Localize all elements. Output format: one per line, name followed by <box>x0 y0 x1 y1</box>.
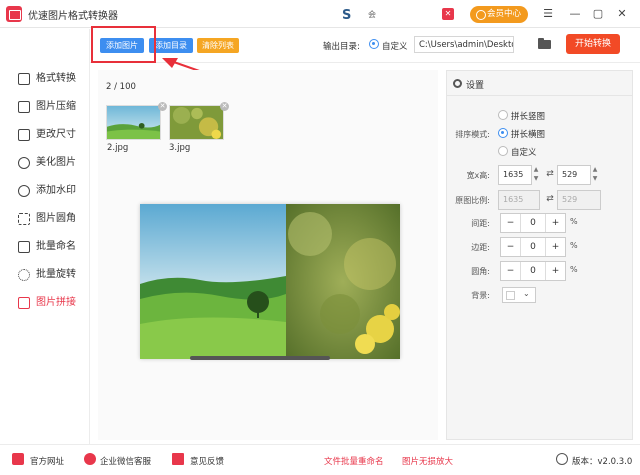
thumbnail-2[interactable] <box>106 105 161 140</box>
width-spin-icon[interactable]: ▲ ▼ <box>531 165 541 185</box>
wechat-link[interactable]: 企业微信客服 <box>100 455 151 467</box>
footer <box>0 444 640 475</box>
minus-icon[interactable]: − <box>501 238 521 256</box>
chevron-down-icon: ⌄ <box>523 289 530 298</box>
mode-horizontal-label: 拼长横图 <box>511 130 546 140</box>
feedback-icon <box>172 453 184 465</box>
spacing-label: 间距: <box>471 219 490 228</box>
batch-rename-link[interactable]: 文件批量重命名 <box>324 455 384 467</box>
refresh-icon <box>18 73 30 85</box>
rotate-icon <box>18 269 30 281</box>
home-icon <box>12 453 24 465</box>
app-logo-icon <box>6 6 22 22</box>
minus-icon[interactable]: − <box>501 262 521 280</box>
size-label: 宽x高: <box>466 171 490 180</box>
output-dir-label: 输出目录: <box>323 42 360 52</box>
stitch-icon <box>18 297 30 309</box>
color-swatch <box>506 291 515 300</box>
feedback-link[interactable]: 意见反馈 <box>190 455 224 467</box>
horizontal-scrollbar[interactable] <box>190 356 330 360</box>
mode-custom-radio[interactable] <box>498 146 508 156</box>
mode-horizontal-radio[interactable] <box>498 128 508 138</box>
ratio-height-input: 529 <box>557 190 601 210</box>
radius-label: 圆角: <box>471 267 490 276</box>
sidebar-item-resize[interactable]: 更改尺寸 <box>18 126 88 144</box>
sidebar-item-rounded[interactable]: 图片圆角 <box>18 210 88 228</box>
link-icon[interactable]: ⇄ <box>543 169 557 179</box>
file-count: 2 / 100 <box>106 82 136 92</box>
mode-vertical-label: 拼长竖图 <box>511 112 546 122</box>
minimize-icon[interactable]: — <box>567 6 583 22</box>
sidebar-item-compress[interactable]: 图片压缩 <box>18 98 88 116</box>
vip-center-button[interactable]: 会员中心 <box>470 6 528 23</box>
settings-title: 设置 <box>466 81 485 91</box>
radius-stepper[interactable]: − 0 + <box>500 261 566 281</box>
version-text: 版本：v2.0.3.0 <box>572 457 633 467</box>
gear-icon <box>453 79 462 88</box>
resize-icon <box>18 129 30 141</box>
stitch-preview-image <box>140 204 400 359</box>
close-icon[interactable]: ✕ <box>614 6 630 22</box>
titlebar-status-text: 会 <box>368 10 376 19</box>
spacing-stepper[interactable]: − 0 + <box>500 213 566 233</box>
beautify-icon <box>18 157 30 169</box>
thumbnail-3[interactable] <box>169 105 224 140</box>
remove-3-icon[interactable]: ✕ <box>220 102 229 111</box>
background-label: 背景: <box>471 291 490 300</box>
version-icon <box>556 453 568 465</box>
ratio-width-input: 1635 <box>498 190 540 210</box>
sync-logo-icon: S <box>342 8 352 23</box>
plus-icon[interactable]: + <box>545 214 565 232</box>
sidebar-item-watermark[interactable]: 添加水印 <box>18 182 88 200</box>
plus-icon[interactable]: + <box>545 238 565 256</box>
sidebar-item-format[interactable]: 格式转换 <box>18 70 88 88</box>
sidebar-item-beautify[interactable]: 美化图片 <box>18 154 88 172</box>
watermark-icon <box>18 185 30 197</box>
maximize-icon[interactable]: ▢ <box>590 6 606 22</box>
rename-icon <box>18 241 30 253</box>
compress-icon <box>18 101 30 113</box>
margin-stepper[interactable]: − 0 + <box>500 237 566 257</box>
app-title: 优速图片格式转换器 <box>28 11 118 22</box>
remove-2-icon[interactable]: ✕ <box>158 102 167 111</box>
file-name-2: 2.jpg <box>107 143 129 153</box>
height-input[interactable]: 529 <box>557 165 591 185</box>
start-convert-button[interactable]: 开始转换 <box>566 34 620 54</box>
spacing-unit: % <box>570 217 578 226</box>
margin-value[interactable]: 0 <box>521 238 545 256</box>
mode-vertical-radio[interactable] <box>498 110 508 120</box>
spacing-value[interactable]: 0 <box>521 214 545 232</box>
height-spin-icon[interactable]: ▲ ▼ <box>590 165 600 185</box>
width-input[interactable]: 1635 <box>498 165 532 185</box>
plus-icon[interactable]: + <box>545 262 565 280</box>
website-link[interactable]: 官方网址 <box>30 455 64 467</box>
wechat-icon <box>84 453 96 465</box>
mode-custom-label: 自定义 <box>511 148 537 158</box>
output-path-input[interactable]: C:\Users\admin\Deskto <box>414 36 514 53</box>
radius-value[interactable]: 0 <box>521 262 545 280</box>
mode-label: 排序模式: <box>455 130 490 139</box>
margin-unit: % <box>570 241 578 250</box>
sidebar-item-rename[interactable]: 批量命名 <box>18 238 88 256</box>
background-color-picker[interactable]: ⌄ <box>502 287 536 303</box>
sidebar <box>0 29 90 444</box>
custom-output-radio[interactable] <box>369 39 379 49</box>
rounded-corner-icon <box>18 213 30 225</box>
custom-output-label: 自定义 <box>382 42 408 52</box>
lossless-enlarge-link[interactable]: 图片无损放大 <box>402 455 453 467</box>
file-name-3: 3.jpg <box>169 143 191 153</box>
minus-icon[interactable]: − <box>501 214 521 232</box>
margin-label: 边距: <box>471 243 490 252</box>
sidebar-item-rotate[interactable]: 批量旋转 <box>18 266 88 284</box>
menu-icon[interactable]: ☰ <box>540 6 556 22</box>
sidebar-item-stitch[interactable]: 图片拼接 <box>18 294 88 312</box>
radius-unit: % <box>570 265 578 274</box>
folder-icon[interactable] <box>538 38 551 49</box>
highlight-box <box>91 26 156 63</box>
notification-icon[interactable]: ✕ <box>442 8 454 20</box>
ratio-label: 原图比例: <box>455 196 490 205</box>
ratio-link-icon: ⇄ <box>546 194 554 204</box>
